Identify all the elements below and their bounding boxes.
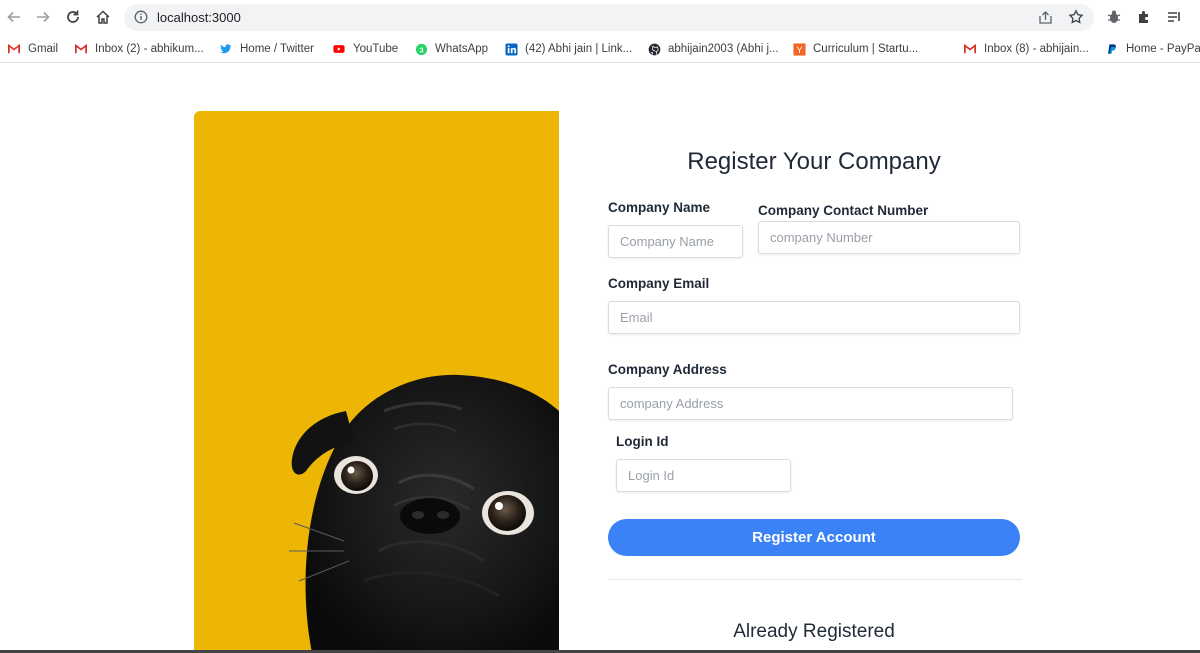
youtube-icon [332, 42, 346, 56]
bookmark-label: Inbox (8) - abhijain... [984, 43, 1089, 55]
bookmarks-bar: Gmail Inbox (2) - abhikum... Home / Twit… [0, 35, 1200, 63]
bookmark-paypal[interactable]: Home - PayPal [1105, 41, 1200, 57]
bookmark-twitter[interactable]: Home / Twitter [219, 41, 314, 57]
divider [608, 579, 1022, 580]
address-label: Company Address [608, 362, 727, 377]
bookmark-label: WhatsApp [435, 43, 489, 55]
gmail-icon [7, 42, 21, 56]
svg-text:Y: Y [796, 45, 802, 55]
contact-number-input[interactable] [758, 221, 1020, 254]
ycombinator-icon: Y [792, 42, 806, 56]
github-icon [647, 42, 661, 56]
whatsapp-icon: 3 [414, 42, 428, 56]
login-id-input[interactable] [616, 459, 791, 492]
bookmark-label: YouTube [353, 43, 399, 55]
bookmark-inbox-2[interactable]: Inbox (2) - abhikum... [74, 41, 204, 57]
bookmark-star-icon[interactable] [1068, 9, 1084, 25]
extension-bug-icon[interactable] [1106, 9, 1122, 25]
reload-icon[interactable] [62, 6, 84, 28]
svg-text:3: 3 [419, 45, 423, 54]
register-account-button[interactable]: Register Account [608, 519, 1020, 556]
url-text: localhost:3000 [157, 10, 241, 25]
bookmark-whatsapp[interactable]: 3 WhatsApp [414, 41, 488, 57]
linkedin-icon [504, 42, 518, 56]
bookmark-label: abhijain2003 (Abhi j... [668, 43, 779, 55]
bookmark-label: Gmail [28, 43, 59, 55]
share-icon[interactable] [1038, 10, 1053, 25]
forward-icon[interactable] [32, 6, 54, 28]
email-input[interactable] [608, 301, 1020, 334]
bookmark-label: (42) Abhi jain | Link... [525, 43, 633, 55]
pug-image [289, 374, 559, 653]
company-name-input[interactable] [608, 225, 743, 258]
page-title: Register Your Company [687, 148, 941, 175]
gmail-icon [74, 42, 88, 56]
bookmark-youtube[interactable]: YouTube [332, 41, 398, 57]
address-bar[interactable]: localhost:3000 [124, 4, 1094, 31]
bookmark-github[interactable]: abhijain2003 (Abhi j... [647, 41, 779, 57]
login-id-label: Login Id [616, 434, 669, 449]
back-icon[interactable] [3, 6, 25, 28]
bookmark-label: Home - PayPal [1126, 43, 1200, 55]
company-name-label: Company Name [608, 200, 711, 215]
bookmark-label: Inbox (2) - abhikum... [95, 43, 204, 55]
already-registered-text: Already Registered [733, 621, 895, 642]
gmail-icon [963, 42, 977, 56]
browser-toolbar: localhost:3000 [0, 0, 1200, 35]
twitter-icon [219, 42, 233, 56]
site-info-icon[interactable] [134, 10, 148, 24]
home-icon[interactable] [92, 6, 114, 28]
bookmark-gmail[interactable]: Gmail [7, 41, 58, 57]
contact-number-label: Company Contact Number [758, 203, 929, 218]
hero-image [194, 111, 559, 653]
extensions-puzzle-icon[interactable] [1136, 9, 1152, 25]
bookmark-label: Curriculum | Startu... [813, 43, 919, 55]
paypal-icon [1105, 42, 1119, 56]
bookmark-linkedin[interactable]: (42) Abhi jain | Link... [504, 41, 632, 57]
reading-list-icon[interactable] [1166, 9, 1182, 25]
bookmark-inbox-8[interactable]: Inbox (8) - abhijain... [963, 41, 1089, 57]
bookmark-label: Home / Twitter [240, 43, 314, 55]
address-input[interactable] [608, 387, 1013, 420]
email-label: Company Email [608, 276, 710, 291]
bookmark-curriculum[interactable]: Y Curriculum | Startu... [792, 41, 918, 57]
